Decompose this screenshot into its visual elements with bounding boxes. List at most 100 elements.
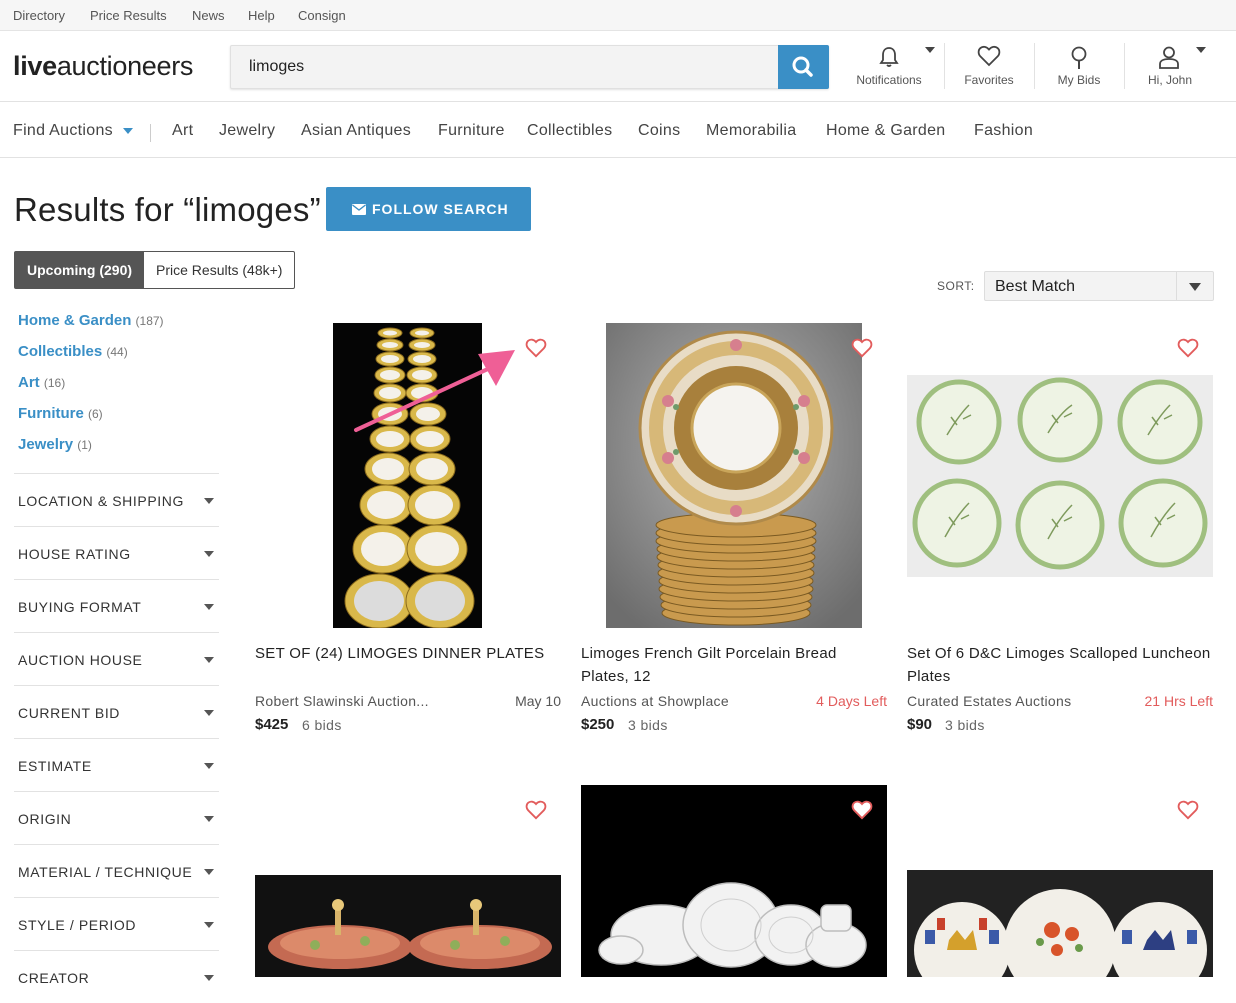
envelope-icon [352,204,366,215]
item-image-oval-dishes[interactable] [255,875,561,977]
tab-upcoming[interactable]: Upcoming (290) [15,252,145,288]
nav-item-asian-antiques[interactable]: Asian Antiques [301,122,411,140]
item-image-bread-plates[interactable] [606,323,862,628]
nav-item-coins[interactable]: Coins [638,122,680,140]
utility-link-consign[interactable]: Consign [298,8,346,23]
facet-current-bid[interactable]: CURRENT BID [14,685,219,738]
favorite-heart-icon[interactable] [1177,338,1199,358]
caret-down-icon [1189,283,1201,291]
caret-down-icon [204,498,214,504]
luncheon-plates-photo [912,377,1208,570]
decorated-plates-photo [914,889,1207,977]
heart-icon [977,45,1001,67]
search-icon [792,56,813,77]
caret-down-icon [204,869,214,875]
time-left: 4 Days Left [816,693,887,709]
notifications-button[interactable]: Notifications [847,31,935,101]
category-link[interactable]: Art (16) [18,374,164,405]
account-button[interactable]: Hi, John [1130,31,1210,101]
category-link[interactable]: Jewelry (1) [18,436,164,467]
facet-label: STYLE / PERIOD [18,917,137,933]
utility-link-directory[interactable]: Directory [13,8,65,23]
search-input[interactable]: limoges [249,58,304,76]
caret-down-icon [204,551,214,557]
bid-count: 3 bids [628,717,668,733]
item-image-dinnerware-set[interactable] [581,785,887,977]
category-name: Collectibles [18,343,103,360]
caret-down-icon [204,763,214,769]
category-link[interactable]: Collectibles (44) [18,343,164,374]
favorites-label: Favorites [964,73,1014,87]
search-button[interactable] [778,45,829,89]
utility-link-news[interactable]: News [192,8,225,23]
facet-auction-house[interactable]: AUCTION HOUSE [14,632,219,685]
caret-down-icon [204,604,214,610]
item-price: $90 [907,716,933,733]
facet-label: BUYING FORMAT [18,599,142,615]
facet-estimate[interactable]: ESTIMATE [14,738,219,791]
facet-buying-format[interactable]: BUYING FORMAT [14,579,219,632]
category-count: (187) [135,314,164,328]
item-image-luncheon-plates[interactable] [907,375,1213,577]
site-logo[interactable]: liveauctioneers [13,51,193,82]
nav-item-home-garden[interactable]: Home & Garden [826,122,946,140]
oval-dishes-photo [268,899,552,969]
sort-value: Best Match [995,278,1076,295]
user-icon [1159,46,1179,69]
page-title: Results for “limoges” [14,191,321,228]
facet-origin[interactable]: ORIGIN [14,791,219,844]
category-link[interactable]: Furniture (6) [18,405,164,436]
favorite-heart-icon[interactable] [851,800,873,820]
item-title[interactable]: Limoges French Gilt Porcelain Bread Plat… [581,642,887,688]
nav-item-furniture[interactable]: Furniture [438,122,505,140]
caret-down-icon [204,710,214,716]
favorite-heart-icon[interactable] [525,338,547,358]
nav-item-collectibles[interactable]: Collectibles [527,122,612,140]
favorite-heart-icon[interactable] [1177,800,1199,820]
category-name: Art [18,374,40,391]
category-nav: Find Auctions Art Jewelry Asian Antiques… [0,102,1236,158]
find-auctions-menu[interactable]: Find Auctions [13,122,113,140]
annotation-arrow-icon [354,350,515,432]
find-auctions-label: Find Auctions [13,122,113,139]
caret-down-icon [1196,47,1206,53]
sort-label: SORT: [937,279,975,293]
facet-style-period[interactable]: STYLE / PERIOD [14,897,219,950]
category-name: Jewelry [18,436,74,453]
item-price: $425 [255,716,289,733]
auction-house-name[interactable]: Auctions at Showplace [581,693,729,709]
caret-down-icon [204,816,214,822]
follow-search-label: FOLLOW SEARCH [372,201,509,217]
facet-house-rating[interactable]: HOUSE RATING [14,526,219,579]
auction-house-name[interactable]: Robert Slawinski Auction... [255,693,429,709]
item-title[interactable]: Set Of 6 D&C Limoges Scalloped Luncheon … [907,642,1213,688]
nav-item-fashion[interactable]: Fashion [974,122,1033,140]
nav-item-jewelry[interactable]: Jewelry [219,122,275,140]
utility-link-price-results[interactable]: Price Results [90,8,167,23]
nav-divider [150,124,151,142]
caret-down-icon [123,128,133,134]
facet-location-shipping[interactable]: LOCATION & SHIPPING [14,473,219,526]
sort-select[interactable]: Best Match [984,271,1214,301]
category-name: Home & Garden [18,312,132,329]
facet-label: HOUSE RATING [18,546,131,562]
facet-material-technique[interactable]: MATERIAL / TECHNIQUE [14,844,219,897]
category-count: (44) [106,345,128,359]
category-link[interactable]: Home & Garden (187) [18,312,164,343]
account-label: Hi, John [1147,73,1193,87]
caret-down-icon [925,47,935,53]
favorite-heart-icon[interactable] [525,800,547,820]
favorite-heart-icon[interactable] [851,338,873,358]
follow-search-button[interactable]: FOLLOW SEARCH [326,187,531,231]
favorites-button[interactable]: Favorites [950,31,1028,101]
my-bids-button[interactable]: My Bids [1040,31,1118,101]
nav-item-memorabilia[interactable]: Memorabilia [706,122,796,140]
nav-item-art[interactable]: Art [172,122,193,140]
utility-link-help[interactable]: Help [248,8,275,23]
caret-down-icon [204,975,214,981]
category-count: (1) [77,438,92,452]
item-image-decorated-plates[interactable] [907,870,1213,977]
tab-price-results[interactable]: Price Results (48k+) [144,252,294,288]
item-title[interactable]: SET OF (24) LIMOGES DINNER PLATES [255,642,561,665]
auction-house-name[interactable]: Curated Estates Auctions [907,693,1071,709]
